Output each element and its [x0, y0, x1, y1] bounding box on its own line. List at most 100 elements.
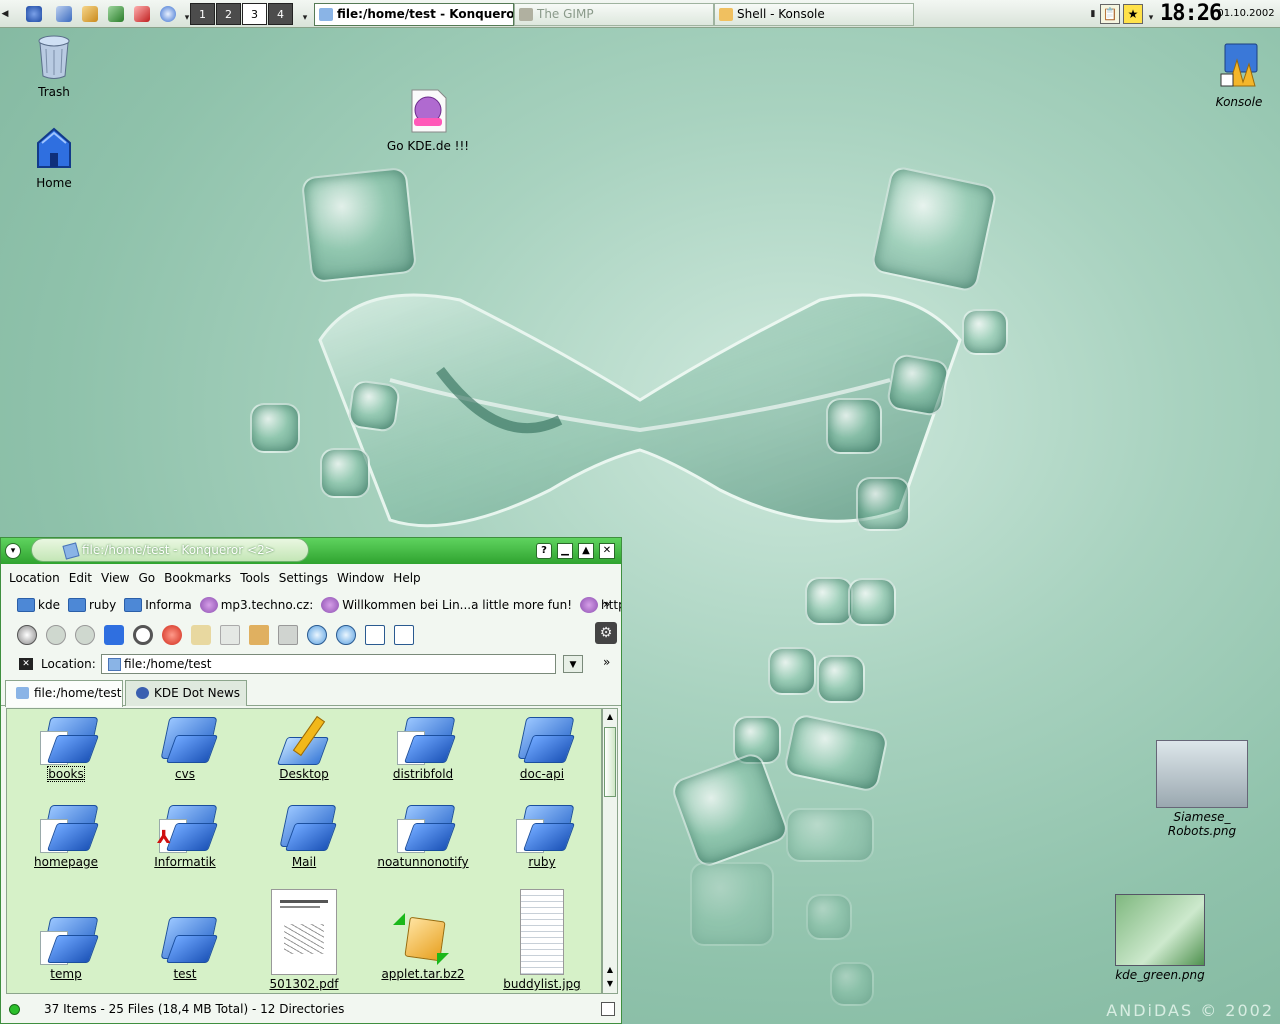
file-item-501302-pdf[interactable]: 501302.pdf: [249, 889, 359, 991]
file-item-doc-api[interactable]: doc-api: [487, 713, 597, 781]
cut-button[interactable]: [189, 623, 213, 647]
location-input[interactable]: file:/home/test: [101, 654, 556, 674]
scroll-up-arrow[interactable]: ▲: [604, 710, 616, 724]
location-dropdown-button[interactable]: ▼: [563, 655, 583, 673]
scroll-up-arrow-bottom[interactable]: ▲: [604, 963, 616, 977]
menu-tools[interactable]: Tools: [240, 571, 270, 585]
bookmark-kde[interactable]: kde: [17, 598, 60, 612]
menu-location[interactable]: Location: [9, 571, 60, 585]
menu-view[interactable]: View: [101, 571, 129, 585]
desktop-pager[interactable]: 1 2 3 4: [190, 3, 294, 25]
tray-menu-arrow[interactable]: ▾: [1146, 6, 1156, 30]
back-button[interactable]: [44, 623, 68, 647]
tools-launcher-icon[interactable]: [52, 3, 76, 25]
menu-settings[interactable]: Settings: [279, 571, 328, 585]
file-item-test[interactable]: test: [130, 913, 240, 981]
desktop-home[interactable]: Home: [22, 125, 86, 190]
clock[interactable]: 18:26: [1160, 1, 1222, 26]
minimize-button[interactable]: ▁: [557, 543, 573, 559]
wallpaper-cube-reflection: [690, 862, 774, 946]
bookmark-informa[interactable]: Informa: [124, 598, 192, 612]
file-item-homepage[interactable]: homepage: [11, 801, 121, 869]
task-konqueror[interactable]: file:/home/test - Konqueror <2>: [314, 3, 514, 26]
pager-desktop-3[interactable]: 3: [242, 3, 267, 25]
forward-button[interactable]: [73, 623, 97, 647]
bookmark-http[interactable]: http:;: [580, 597, 621, 613]
reload-button[interactable]: [131, 623, 155, 647]
up-button[interactable]: [15, 623, 39, 647]
wallpaper-cube: [669, 750, 791, 870]
desktop-trash[interactable]: Trash: [22, 34, 86, 99]
scroll-down-arrow[interactable]: ▼: [604, 977, 616, 991]
menu-edit[interactable]: Edit: [69, 571, 92, 585]
folder-icon: [155, 913, 219, 965]
file-item-distribfold[interactable]: distribfold: [368, 713, 478, 781]
file-icon-view[interactable]: books cvs Desktop distribfold doc-api ho…: [6, 708, 602, 994]
menu-bookmarks[interactable]: Bookmarks: [164, 571, 231, 585]
web-link-icon: [411, 89, 447, 133]
location-overflow-chevron-icon[interactable]: »: [603, 655, 610, 669]
file-item-cvs[interactable]: cvs: [130, 713, 240, 781]
bookmark-willkommen[interactable]: Willkommen bei Lin...a little more fun!: [321, 597, 572, 613]
home-button[interactable]: [102, 623, 126, 647]
pager-desktop-2[interactable]: 2: [216, 3, 241, 25]
close-button[interactable]: ✕: [599, 543, 615, 559]
file-item-books[interactable]: books: [11, 713, 121, 782]
control-center-launcher-icon[interactable]: [104, 3, 128, 25]
window-menu-button[interactable]: ▾: [5, 543, 21, 559]
tab-home-test[interactable]: file:/home/test: [5, 680, 123, 707]
bookmark-star-icon[interactable]: ★: [1123, 4, 1143, 24]
desktop-icon-label: Siamese_ Robots.png: [1167, 810, 1237, 838]
help-launcher-icon[interactable]: [156, 3, 180, 25]
scrollbar-thumb[interactable]: [604, 727, 616, 797]
maximize-button[interactable]: ▲: [578, 543, 594, 559]
pager-desktop-1[interactable]: 1: [190, 3, 215, 25]
print-button[interactable]: [276, 623, 300, 647]
task-konsole[interactable]: Shell - Konsole: [714, 3, 914, 26]
detail-view-button[interactable]: [392, 623, 416, 647]
file-item-buddylist-jpg[interactable]: buddylist.jpg: [487, 889, 597, 991]
desktop-kde-green[interactable]: kde_green.png: [1110, 894, 1210, 982]
window-titlebar[interactable]: ▾ file:/home/test - Konqueror <2> ? ▁ ▲ …: [1, 538, 621, 564]
file-item-mail[interactable]: Mail: [249, 801, 359, 869]
bookmark-ruby[interactable]: ruby: [67, 598, 116, 612]
wallpaper-cube-reflection: [830, 962, 874, 1006]
file-item-noatunnonotify[interactable]: noatunnonotify: [368, 801, 478, 869]
file-item-temp[interactable]: temp: [11, 913, 121, 981]
paste-button[interactable]: [247, 623, 271, 647]
taskbar-arrow[interactable]: ▮: [1088, 2, 1098, 26]
icon-view-button[interactable]: [363, 623, 387, 647]
task-gimp[interactable]: The GIMP: [514, 3, 714, 26]
pager-menu-arrow[interactable]: ▾: [300, 6, 310, 30]
tab-kde-dot-news[interactable]: KDE Dot News: [125, 680, 247, 706]
copy-button[interactable]: [218, 623, 242, 647]
file-item-desktop[interactable]: Desktop: [249, 713, 359, 781]
zoom-out-button[interactable]: [334, 623, 358, 647]
menu-go[interactable]: Go: [139, 571, 156, 585]
desktop-siamese-robots[interactable]: Siamese_ Robots.png: [1152, 740, 1252, 838]
window-title-tab[interactable]: file:/home/test - Konqueror <2>: [31, 538, 309, 562]
klipper-clipboard-icon[interactable]: 📋: [1100, 4, 1120, 24]
stop-button[interactable]: [160, 623, 184, 647]
date[interactable]: 01.10.2002: [1214, 2, 1278, 26]
bookmark-overflow-chevron-icon[interactable]: »: [603, 597, 610, 611]
home-folder-launcher-icon[interactable]: [78, 3, 102, 25]
desktop-konsole[interactable]: Konsole: [1204, 42, 1274, 109]
menu-window[interactable]: Window: [337, 571, 384, 585]
file-item-applet-tar-bz2[interactable]: applet.tar.bz2: [368, 913, 478, 981]
throbber-gear-icon[interactable]: ⚙: [595, 622, 617, 644]
file-item-ruby[interactable]: ruby: [487, 801, 597, 869]
link-view-checkbox[interactable]: [601, 1002, 615, 1016]
desktop-gokde-link[interactable]: Go KDE.de !!!: [380, 88, 476, 153]
zoom-in-button[interactable]: [305, 623, 329, 647]
clear-location-icon[interactable]: ✕: [19, 658, 33, 670]
kde-menu-gear-icon[interactable]: [22, 3, 46, 25]
panel-hide-left-arrow[interactable]: ◀: [0, 2, 10, 26]
menu-help[interactable]: Help: [393, 571, 420, 585]
bookmark-mp3-techno[interactable]: mp3.techno.cz:: [199, 597, 313, 613]
vertical-scrollbar[interactable]: ▲ ▲ ▼: [602, 708, 618, 994]
pager-desktop-4[interactable]: 4: [268, 3, 293, 25]
file-item-informatik[interactable]: ⅄ Informatik: [130, 801, 240, 869]
help-button[interactable]: ?: [536, 543, 552, 559]
home-launcher-icon[interactable]: [130, 3, 154, 25]
